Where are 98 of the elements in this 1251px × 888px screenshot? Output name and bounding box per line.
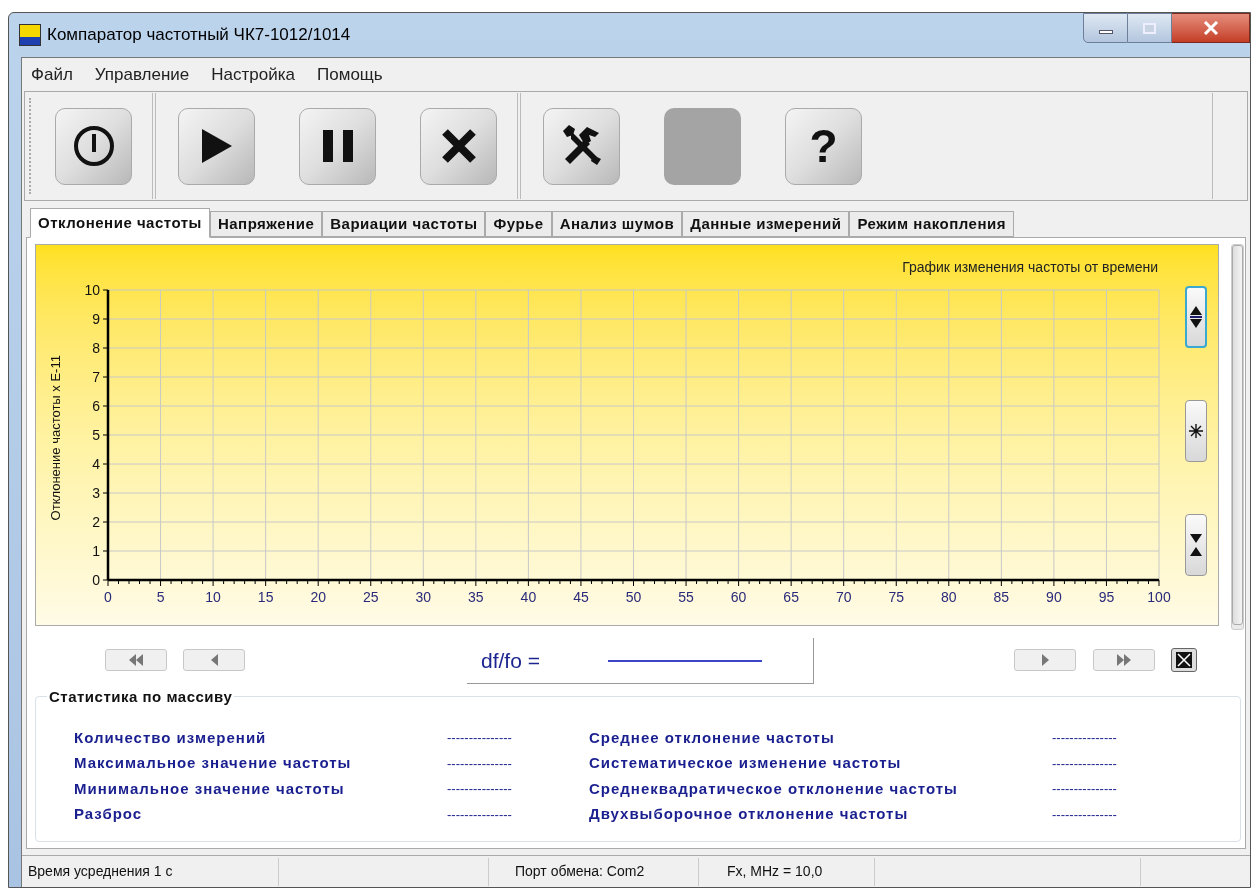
toolbar-button[interactable]: [543, 107, 620, 185]
close-icon: [1202, 21, 1219, 35]
tab[interactable]: Напряжение: [209, 211, 323, 237]
statistic-value: ---------------: [447, 805, 512, 824]
window-title: Компаратор частотный ЧК7-1012/1014: [47, 24, 351, 47]
toolbar-button[interactable]: [420, 107, 497, 185]
menu-item[interactable]: Файл: [31, 61, 73, 88]
x-tick-label: 70: [835, 589, 852, 605]
statistic-label: Количество измерений: [74, 727, 268, 748]
y-tick-label: 4: [92, 456, 100, 472]
x-tick-label: 20: [310, 589, 326, 605]
x-tick-label: 60: [730, 589, 747, 605]
x-tick-label: 10: [205, 589, 221, 605]
x-tick-label: 15: [257, 589, 274, 605]
maximize-icon: [1143, 22, 1156, 34]
status-text: Порт обмена: Com2: [488, 857, 698, 886]
crossed-box-icon: [1176, 652, 1192, 668]
asterisk-icon: [1189, 424, 1203, 438]
power-icon: [71, 124, 116, 168]
minimize-icon: [1098, 30, 1113, 34]
statistic-label: Систематическое изменение частоты: [589, 753, 903, 773]
toolbar-button[interactable]: ?: [785, 107, 862, 185]
statistic-label: Среднеквадратическое отклонение частоты: [589, 778, 959, 799]
right-arrow-icon: [1041, 654, 1049, 666]
menu-item[interactable]: Помощь: [317, 61, 383, 88]
y-tick-label: 6: [92, 398, 100, 414]
y-tick-label: 1: [92, 543, 100, 559]
x-tick-label: 40: [520, 589, 537, 605]
close-icon: [440, 128, 477, 164]
x-tick-label: 100: [1147, 589, 1171, 605]
y-tick-label: 5: [92, 427, 100, 443]
y-tick-label: 8: [92, 340, 100, 356]
y-tick-label: 3: [92, 485, 100, 501]
y-tick-label: 9: [92, 311, 100, 327]
x-tick-label: 85: [993, 589, 1010, 605]
statistic-label: Среднее отклонение частоты: [589, 727, 836, 748]
chart-side-button[interactable]: [1185, 400, 1207, 462]
x-tick-label: 90: [1046, 589, 1062, 605]
statistic-label: Максимальное значение частоты: [74, 753, 353, 773]
y-tick-label: 2: [92, 514, 100, 530]
chart-side-button[interactable]: [1185, 286, 1207, 348]
double-left-arrow-icon: [129, 654, 143, 666]
toolbar-button[interactable]: [178, 107, 255, 185]
statistic-label: Минимальное значение частоты: [74, 778, 346, 799]
toolbar-button[interactable]: [55, 107, 132, 185]
statistic-label: Двухвыборочное отклонение частоты: [589, 804, 910, 824]
collapse-arrows-icon: [1189, 532, 1203, 558]
tools-icon: [560, 125, 603, 167]
tab[interactable]: Данные измерений: [682, 211, 850, 237]
readout-label: df/fo =: [481, 647, 540, 674]
x-tick-label: 5: [156, 589, 165, 605]
x-tick-label: 75: [888, 589, 905, 605]
statistic-label: Разброс: [74, 804, 144, 824]
statistic-value: ---------------: [1052, 780, 1117, 798]
x-tick-label: 55: [678, 589, 694, 605]
x-tick-label: 95: [1098, 589, 1115, 605]
play-icon: [199, 127, 234, 165]
x-tick-label: 35: [468, 589, 484, 605]
x-tick-label: 50: [625, 589, 642, 605]
maximize-button[interactable]: [1128, 13, 1172, 43]
x-tick-label: 80: [941, 589, 957, 605]
help-icon: ?: [809, 123, 838, 169]
close-button[interactable]: [1172, 13, 1250, 43]
statistic-value: ---------------: [1052, 754, 1117, 773]
clear-button[interactable]: [1171, 648, 1197, 672]
scrollbar[interactable]: [1231, 244, 1244, 630]
statistic-value: ---------------: [447, 729, 512, 747]
y-axis-label: Отклонение частоты x E-11: [47, 354, 65, 523]
y-tick-label: 7: [92, 369, 100, 385]
y-tick-label: 0: [92, 572, 100, 588]
x-tick-label: 45: [573, 589, 589, 605]
tab[interactable]: Режим накопления: [849, 211, 1014, 237]
tab[interactable]: Вариации частоты: [322, 211, 486, 237]
left-arrow-icon: [210, 654, 218, 666]
tab[interactable]: Отклонение частоты: [30, 208, 210, 238]
double-right-arrow-icon: [1117, 654, 1131, 666]
minimize-button[interactable]: [1083, 13, 1128, 43]
statistic-value: ---------------: [1052, 729, 1117, 747]
chart-side-button[interactable]: [1185, 514, 1207, 576]
x-tick-label: 25: [362, 589, 379, 605]
menu-item[interactable]: Настройка: [211, 61, 295, 88]
tab[interactable]: Анализ шумов: [551, 211, 683, 237]
tab[interactable]: Фурье: [485, 211, 552, 237]
x-tick-label: 0: [104, 589, 112, 605]
statistic-value: ---------------: [1052, 805, 1117, 824]
app-logo-icon: [19, 24, 41, 46]
x-tick-label: 30: [415, 589, 432, 605]
x-tick-label: 65: [783, 589, 799, 605]
toolbar-button[interactable]: [299, 107, 376, 185]
chart-title: График изменения частоты от времени: [902, 258, 1158, 277]
expand-arrows-icon: [1189, 304, 1203, 330]
y-tick-label: 10: [84, 282, 100, 298]
statistic-value: ---------------: [447, 780, 512, 798]
statistic-value: ---------------: [447, 754, 512, 773]
status-text: Fx, MHz = 10,0: [698, 857, 874, 886]
menu-item[interactable]: Управление: [94, 61, 190, 88]
pause-icon: [320, 130, 355, 162]
status-text: Время усреднения 1 с: [27, 862, 174, 881]
